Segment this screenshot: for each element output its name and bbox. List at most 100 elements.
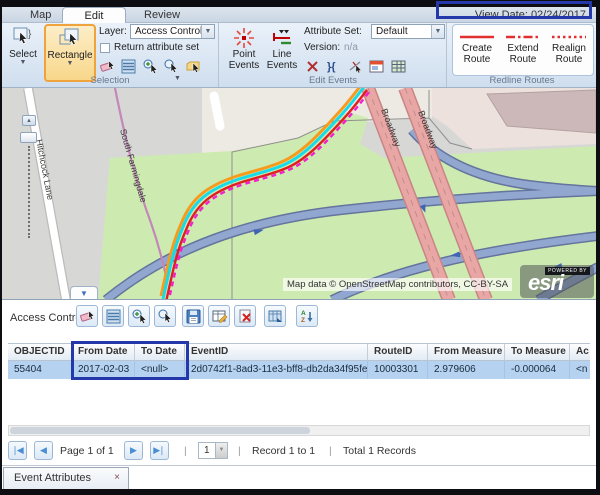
column-header[interactable]: OBJECTID xyxy=(8,344,72,361)
column-header[interactable]: EventID xyxy=(185,344,368,361)
view-date-label[interactable]: View Date: 02/24/2017 xyxy=(475,7,586,23)
ribbon: } Select ▼ Rectangle ▼ Layer: xyxy=(2,23,596,88)
table-cell[interactable]: 2.979606 xyxy=(428,361,505,379)
column-header[interactable]: From Measure xyxy=(428,344,505,361)
svg-text:}{: }{ xyxy=(327,61,336,73)
zoom-slider-handle[interactable] xyxy=(20,132,37,143)
attribute-set-combobox[interactable]: Default ▼ xyxy=(371,24,445,39)
zoom-to-selection-icon[interactable] xyxy=(142,58,159,75)
line-events-button[interactable]: Line Events xyxy=(264,27,300,71)
version-label: Version: xyxy=(304,42,340,53)
save-icon xyxy=(185,308,202,325)
extend-route-line-icon xyxy=(503,31,543,43)
zoom-slider-track[interactable] xyxy=(28,146,30,238)
first-page-button[interactable]: ❘◀ xyxy=(8,441,27,460)
edit-attributes-icon xyxy=(211,308,228,325)
selection-layers-icon[interactable] xyxy=(185,58,202,75)
table-cell[interactable]: 2017-02-03 xyxy=(72,361,135,379)
group-redline-routes: Create Route Extend Route Realign Route … xyxy=(448,23,596,87)
eraser-clear-selection-icon[interactable] xyxy=(99,58,116,75)
sort-icon: AZ xyxy=(299,308,316,325)
attribute-set-combo-arrow-icon[interactable]: ▼ xyxy=(431,25,444,38)
layer-label: Layer: xyxy=(99,26,127,37)
split-event-icon[interactable] xyxy=(347,58,364,75)
previous-page-button[interactable]: ◀ xyxy=(34,441,53,460)
delete-record-button[interactable] xyxy=(234,305,256,327)
pan-to-selection-button[interactable] xyxy=(154,305,176,327)
column-header[interactable]: Ac xyxy=(570,344,590,361)
event-table-icon[interactable] xyxy=(390,58,407,75)
layer-combobox[interactable]: Access Control ▼ xyxy=(130,24,215,39)
sort-button[interactable]: AZ xyxy=(296,305,318,327)
group-edit-events: Point Events Line Events Attribute Set: … xyxy=(220,23,447,87)
tab-event-attributes[interactable]: Event Attributes × xyxy=(3,467,129,489)
edit-events-group-label: Edit Events xyxy=(220,75,446,86)
create-route-button[interactable]: Create Route xyxy=(456,31,498,65)
event-editor-window: Map Edit Review View Date: 02/24/2017 } … xyxy=(0,0,600,495)
map-graphics: Hitchcock Lane South Farmingdale Broadwa… xyxy=(2,88,596,300)
return-attribute-set-checkbox[interactable] xyxy=(100,43,110,53)
pager-separator: | xyxy=(329,445,332,457)
close-tab-icon[interactable]: × xyxy=(114,472,120,483)
extend-route-button[interactable]: Extend Route xyxy=(502,31,544,65)
create-route-line-icon xyxy=(457,31,497,43)
pager-separator: | xyxy=(184,445,187,457)
table-cell[interactable]: -0.000064 xyxy=(505,361,570,379)
scrollbar-thumb[interactable] xyxy=(10,427,310,434)
show-selected-button[interactable] xyxy=(102,305,124,327)
table-cell[interactable]: <n xyxy=(570,361,590,379)
select-dropdown-arrow-icon[interactable]: ▼ xyxy=(20,60,27,66)
pan-to-selection-icon[interactable] xyxy=(163,58,180,75)
table-cell[interactable]: 2d0742f1-8ad3-11e3-bff8-db2da34f95fe xyxy=(185,361,368,379)
table-tools-button[interactable] xyxy=(264,305,286,327)
map-canvas[interactable]: Hitchcock Lane South Farmingdale Broadwa… xyxy=(2,88,596,300)
panel-collapse-button[interactable]: ▼ xyxy=(70,286,98,300)
point-events-button[interactable]: Point Events xyxy=(226,27,262,71)
zoom-to-selection-icon xyxy=(131,308,148,325)
table-toolbar: Access Control AZ xyxy=(2,303,596,333)
selected-list-icon[interactable] xyxy=(120,58,137,75)
save-button[interactable] xyxy=(182,305,204,327)
page-number-combobox[interactable]: 1 ▼ xyxy=(198,442,228,459)
next-page-button[interactable]: ▶ xyxy=(124,441,143,460)
zoom-in-button[interactable]: ▲ xyxy=(22,115,36,126)
collapse-arrow-icon: ▼ xyxy=(80,289,88,298)
layer-combo-arrow-icon[interactable]: ▼ xyxy=(201,25,214,38)
column-header[interactable]: RouteID xyxy=(368,344,428,361)
rectangle-button[interactable]: Rectangle ▼ xyxy=(44,24,96,82)
table-cell[interactable]: <null> xyxy=(135,361,185,379)
svg-text:A: A xyxy=(301,310,306,317)
extend-route-label: Extend Route xyxy=(502,43,544,65)
ribbon-tabstrip: Map Edit Review View Date: 02/24/2017 xyxy=(2,7,596,23)
column-header[interactable]: To Measure xyxy=(505,344,570,361)
zoom-to-selection-button[interactable] xyxy=(128,305,150,327)
tab-map[interactable]: Map xyxy=(16,7,60,23)
page-count-label: Page 1 of 1 xyxy=(60,445,114,457)
clear-selection-button[interactable] xyxy=(76,305,98,327)
select-button[interactable]: } Select ▼ xyxy=(6,25,40,66)
pagination-bar: ❘◀ ◀ Page 1 of 1 ▶ ▶❘ | 1 ▼ | Record 1 t… xyxy=(2,441,596,463)
table-cell[interactable]: 10003301 xyxy=(368,361,428,379)
merge-events-icon[interactable]: }{ xyxy=(325,58,342,75)
realign-route-button[interactable]: Realign Route xyxy=(548,31,590,65)
attribute-window-icon[interactable] xyxy=(368,58,385,75)
line-events-label: Line Events xyxy=(264,49,300,71)
rectangle-dropdown-arrow-icon[interactable]: ▼ xyxy=(67,61,74,67)
rectangle-tool-icon xyxy=(57,26,83,50)
grid-horizontal-scrollbar[interactable] xyxy=(8,425,590,436)
last-page-button[interactable]: ▶❘ xyxy=(150,441,169,460)
delete-event-icon[interactable] xyxy=(304,58,321,75)
attribute-set-value: Default xyxy=(376,26,408,37)
return-attribute-set-label: Return attribute set xyxy=(114,42,199,53)
bottom-tabbar: Event Attributes × xyxy=(2,465,596,489)
svg-text:}: } xyxy=(28,29,32,40)
tab-review[interactable]: Review xyxy=(130,7,190,23)
page-combo-arrow-icon[interactable]: ▼ xyxy=(215,443,227,458)
point-events-icon xyxy=(233,27,255,49)
table-tools-icon xyxy=(267,308,284,325)
column-header[interactable]: From Date xyxy=(72,344,135,361)
edit-attributes-button[interactable] xyxy=(208,305,230,327)
table-cell[interactable]: 55404 xyxy=(8,361,72,379)
tab-edit[interactable]: Edit xyxy=(62,7,126,23)
column-header[interactable]: To Date xyxy=(135,344,185,361)
